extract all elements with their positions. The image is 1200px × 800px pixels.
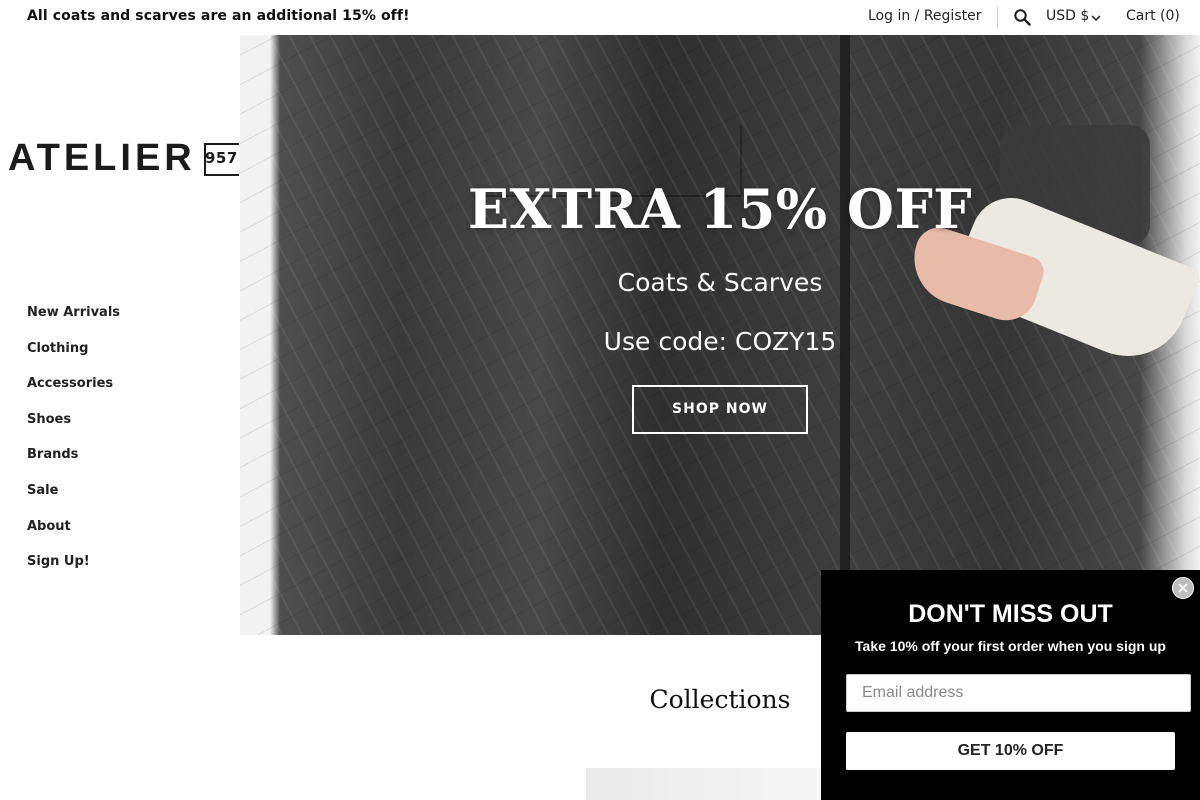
signup-popup: DON'T MISS OUT Take 10% off your first o… <box>821 570 1200 800</box>
nav-item-sale[interactable]: Sale <box>27 481 227 517</box>
hero-text-block: EXTRA 15% OFF Coats & Scarves Use code: … <box>240 35 1200 635</box>
hero-banner[interactable]: EXTRA 15% OFF Coats & Scarves Use code: … <box>240 35 1200 635</box>
nav-item-sign-up[interactable]: Sign Up! <box>27 552 227 588</box>
chevron-down-icon[interactable] <box>1090 11 1102 23</box>
email-field[interactable] <box>846 674 1191 712</box>
top-bar: All coats and scarves are an additional … <box>0 0 1200 35</box>
nav-item-new-arrivals[interactable]: New Arrivals <box>27 303 227 339</box>
nav-item-about[interactable]: About <box>27 517 227 553</box>
close-icon[interactable] <box>1172 577 1194 599</box>
nav-item-accessories[interactable]: Accessories <box>27 374 227 410</box>
hero-promo-code: Use code: COZY15 <box>603 327 837 356</box>
nav-item-shoes[interactable]: Shoes <box>27 410 227 446</box>
divider <box>997 6 998 28</box>
get-discount-button[interactable]: GET 10% OFF <box>846 732 1175 770</box>
sidebar-nav: New Arrivals Clothing Accessories Shoes … <box>27 303 227 588</box>
logo-number: 957 <box>205 149 238 167</box>
shop-now-button[interactable]: SHOP NOW <box>632 385 808 434</box>
collection-thumbnail[interactable] <box>586 768 826 800</box>
cart-link[interactable]: Cart (0) <box>1126 8 1180 24</box>
popup-title: DON'T MISS OUT <box>908 600 1113 628</box>
currency-selector[interactable]: USD $ <box>1046 8 1089 24</box>
announcement-text: All coats and scarves are an additional … <box>27 8 410 24</box>
collections-heading: Collections <box>649 685 791 714</box>
logo-wordmark: ATELIER <box>8 137 196 179</box>
popup-subtitle: Take 10% off your first order when you s… <box>855 638 1166 654</box>
search-icon[interactable] <box>1013 8 1032 27</box>
nav-item-clothing[interactable]: Clothing <box>27 339 227 375</box>
login-register-link[interactable]: Log in / Register <box>868 8 981 24</box>
hero-title: EXTRA 15% OFF <box>467 177 973 241</box>
hero-subtitle: Coats & Scarves <box>617 268 823 297</box>
site-logo[interactable]: ATELIER 957 <box>8 137 239 179</box>
nav-item-brands[interactable]: Brands <box>27 445 227 481</box>
